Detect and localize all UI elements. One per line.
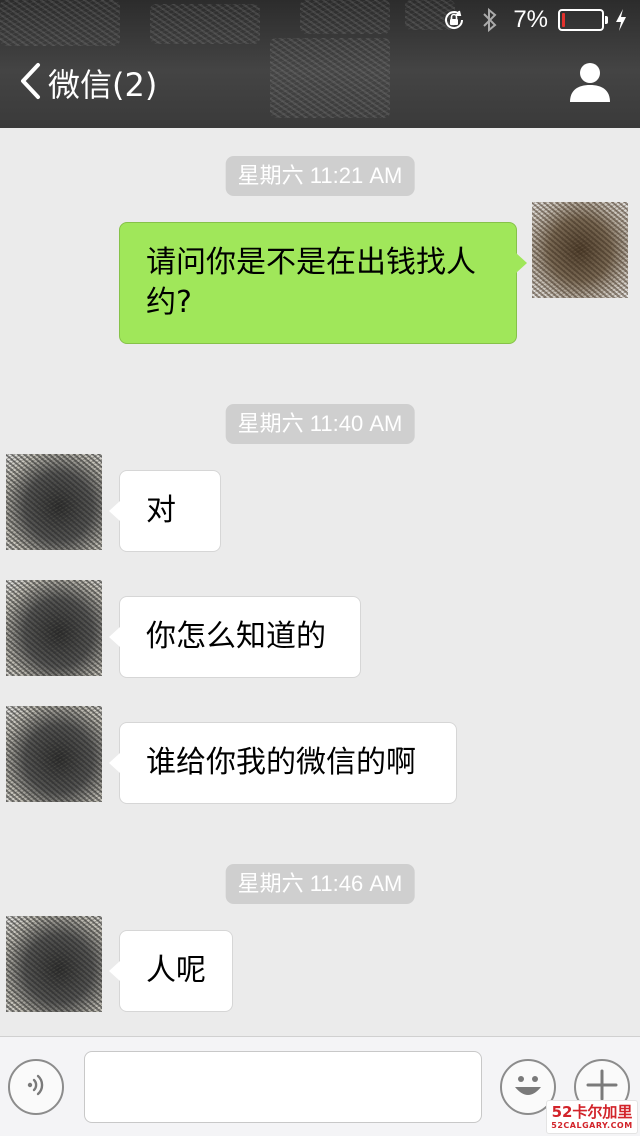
message-bubble-incoming[interactable]: 对 [109, 470, 221, 552]
message-bubble-outgoing[interactable]: 请问你是不是在出钱找人约? [119, 222, 527, 344]
my-avatar[interactable] [532, 202, 628, 298]
profile-button[interactable] [568, 60, 612, 104]
battery-level-fill [562, 13, 565, 27]
input-bar: 52卡尔加里 52CALGARY.COM [0, 1036, 640, 1136]
nav-bar: 微信(2) [0, 40, 640, 128]
contact-avatar[interactable] [6, 454, 102, 550]
watermark-sub-text: 52CALGARY.COM [551, 1120, 633, 1130]
chat-area[interactable]: 星期六 11:21 AM 请问你是不是在出钱找人约? 星期六 11:40 AM … [0, 128, 640, 1036]
message-bubble-incoming[interactable]: 人呢 [109, 930, 233, 1012]
contact-avatar[interactable] [6, 916, 102, 1012]
message-input[interactable] [84, 1051, 482, 1123]
header: 7% 微信(2) [0, 0, 640, 128]
timestamp: 星期六 11:40 AM [225, 404, 415, 444]
timestamp: 星期六 11:46 AM [225, 864, 415, 904]
back-button[interactable]: 微信(2) [18, 58, 157, 108]
battery-percent: 7% [513, 6, 548, 33]
battery-icon [558, 9, 608, 31]
person-icon [568, 63, 612, 108]
contact-avatar[interactable] [6, 706, 102, 802]
message-bubble-incoming[interactable]: 谁给你我的微信的啊 [109, 722, 457, 804]
bluetooth-icon [477, 7, 503, 33]
charging-bolt-icon [614, 7, 628, 33]
contact-avatar[interactable] [6, 580, 102, 676]
orientation-lock-icon [441, 7, 467, 33]
back-label: 微信(2) [48, 66, 158, 104]
chevron-left-icon [18, 61, 42, 105]
status-bar: 7% [0, 0, 640, 40]
smiley-icon [506, 1063, 550, 1111]
timestamp: 星期六 11:21 AM [225, 156, 415, 196]
voice-button[interactable] [8, 1059, 64, 1115]
site-watermark-logo: 52卡尔加里 52CALGARY.COM [546, 1100, 638, 1134]
watermark-main-text: 52卡尔加里 [551, 1102, 633, 1121]
voice-icon [21, 1070, 51, 1104]
message-bubble-incoming[interactable]: 你怎么知道的 [109, 596, 361, 678]
